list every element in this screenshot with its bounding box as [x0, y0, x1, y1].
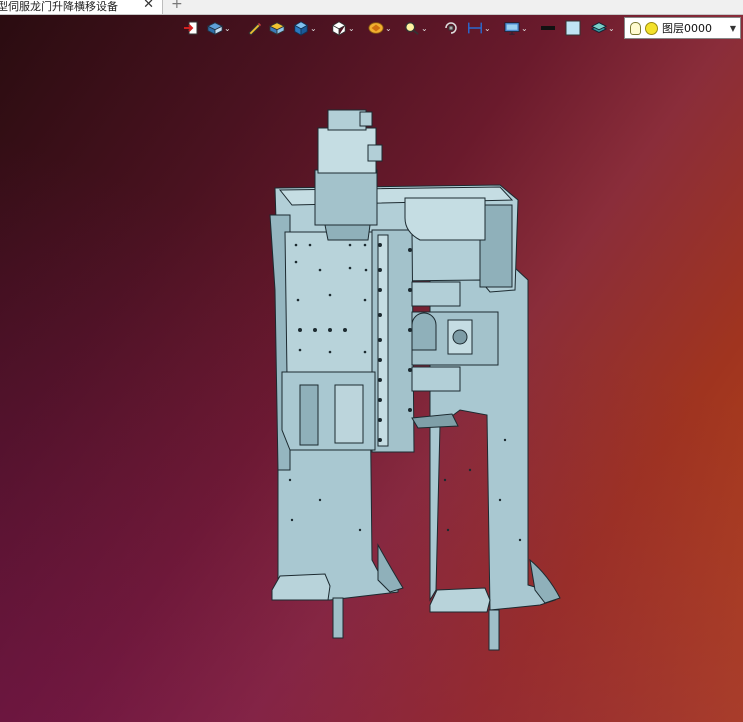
carriage-plate	[284, 231, 383, 376]
right-rod	[488, 609, 500, 651]
motor-gearbox	[314, 169, 378, 226]
bearing-block-upper	[411, 281, 461, 307]
bearing-block-lower	[411, 366, 461, 392]
beam-belt-housing	[404, 197, 486, 241]
gantry-lift-model[interactable]	[0, 0, 743, 722]
left-rod	[332, 597, 344, 639]
left-foot-plate	[271, 573, 331, 601]
right-foot-plate	[429, 587, 491, 613]
servo-motor	[317, 127, 377, 174]
